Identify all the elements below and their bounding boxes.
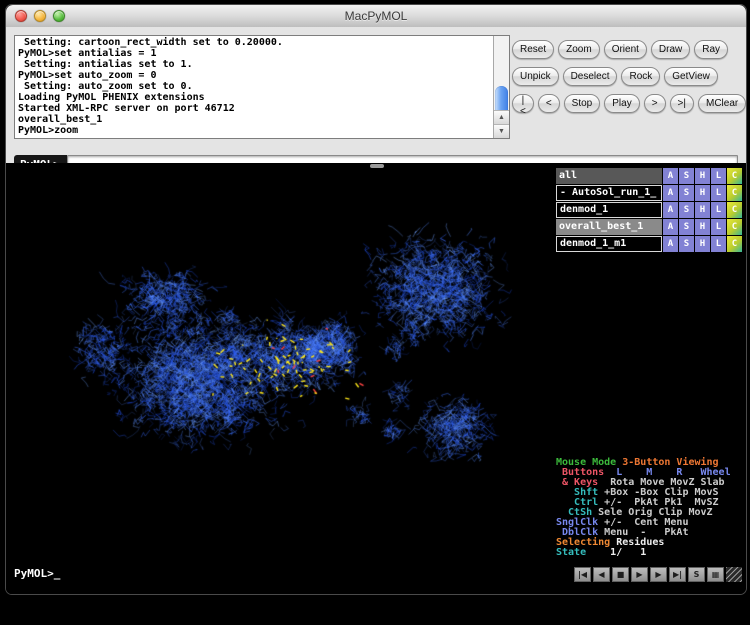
object-row-autosol: - AutoSol_run_1_ A S H L C xyxy=(556,185,742,201)
reset-button[interactable]: Reset xyxy=(512,40,554,59)
console-line: PyMOL>set antialias = 1 xyxy=(18,48,491,59)
getview-button[interactable]: GetView xyxy=(664,67,718,86)
hide-menu-button[interactable]: H xyxy=(695,202,710,218)
hide-menu-button[interactable]: H xyxy=(695,236,710,252)
object-row-denmod-1-m1: denmod_1_m1 A S H L C xyxy=(556,236,742,252)
show-menu-button[interactable]: S xyxy=(679,202,694,218)
button-row-3: |< < Stop Play > >| MClear xyxy=(512,94,744,113)
action-menu-button[interactable]: A xyxy=(663,219,678,235)
action-menu-button[interactable]: A xyxy=(663,236,678,252)
mouse-help-panel: Mouse Mode 3-Button Viewing Buttons L M … xyxy=(556,458,742,558)
movie-end-button[interactable]: ▶| xyxy=(669,567,686,582)
macpymol-window: MacPyMOL Setting: cartoon_rect_width set… xyxy=(5,4,747,595)
show-menu-button[interactable]: S xyxy=(679,168,694,184)
button-row-1: Reset Zoom Orient Draw Ray xyxy=(512,40,744,59)
minimize-button[interactable] xyxy=(34,10,46,22)
console-scrollbar[interactable]: ▲ ▼ xyxy=(493,36,509,138)
hide-menu-button[interactable]: H xyxy=(695,168,710,184)
draw-button[interactable]: Draw xyxy=(651,40,690,59)
color-menu-button[interactable]: C xyxy=(727,202,742,218)
desktop: MacPyMOL Setting: cartoon_rect_width set… xyxy=(0,0,750,625)
object-name[interactable]: - AutoSol_run_1_ xyxy=(556,185,662,201)
console-line: Loading PyMOL PHENIX extensions xyxy=(18,92,491,103)
object-name[interactable]: denmod_1 xyxy=(556,202,662,218)
viewport-command-prompt[interactable]: PyMOL>_ xyxy=(14,567,60,580)
object-row-all: all A S H L C xyxy=(556,168,742,184)
movie-controls: |◀ ◀ ■ ▶ ▶ ▶| S ▦ xyxy=(574,567,742,582)
color-menu-button[interactable]: C xyxy=(727,236,742,252)
label-menu-button[interactable]: L xyxy=(711,219,726,235)
scene-button[interactable]: S xyxy=(688,567,705,582)
hide-menu-button[interactable]: H xyxy=(695,185,710,201)
show-menu-button[interactable]: S xyxy=(679,185,694,201)
orient-button[interactable]: Orient xyxy=(604,40,647,59)
hide-menu-button[interactable]: H xyxy=(695,219,710,235)
viewport: all A S H L C - AutoSol_run_1_ A S H L C… xyxy=(6,163,746,594)
stop-button[interactable]: Stop xyxy=(564,94,601,113)
object-name[interactable]: overall_best_1 xyxy=(556,219,662,235)
console-text: Setting: cartoon_rect_width set to 0.200… xyxy=(15,36,509,137)
grid-button[interactable]: ▦ xyxy=(707,567,724,582)
console-output[interactable]: Setting: cartoon_rect_width set to 0.200… xyxy=(14,35,510,139)
label-menu-button[interactable]: L xyxy=(711,236,726,252)
deselect-button[interactable]: Deselect xyxy=(563,67,618,86)
movie-rewind-button[interactable]: |◀ xyxy=(574,567,591,582)
object-row-overall-best-1: overall_best_1 A S H L C xyxy=(556,219,742,235)
movie-play-button[interactable]: ▶ xyxy=(631,567,648,582)
mclear-button[interactable]: MClear xyxy=(698,94,746,113)
show-menu-button[interactable]: S xyxy=(679,236,694,252)
object-name[interactable]: denmod_1_m1 xyxy=(556,236,662,252)
movie-stop-button[interactable]: ■ xyxy=(612,567,629,582)
resize-grip[interactable] xyxy=(726,567,742,582)
label-menu-button[interactable]: L xyxy=(711,168,726,184)
title-bar[interactable]: MacPyMOL xyxy=(6,5,746,28)
close-button[interactable] xyxy=(15,10,27,22)
label-menu-button[interactable]: L xyxy=(711,185,726,201)
upper-panel: Setting: cartoon_rect_width set to 0.200… xyxy=(6,27,746,163)
show-menu-button[interactable]: S xyxy=(679,219,694,235)
object-name[interactable]: all xyxy=(556,168,662,184)
action-menu-button[interactable]: A xyxy=(663,168,678,184)
console-line: PyMOL>set auto_zoom = 0 xyxy=(18,70,491,81)
molecule-render-canvas[interactable] xyxy=(6,163,554,594)
window-title: MacPyMOL xyxy=(6,5,746,27)
console-line: PyMOL>zoom xyxy=(18,125,491,136)
movie-step-back-button[interactable]: ◀ xyxy=(593,567,610,582)
color-menu-button[interactable]: C xyxy=(727,168,742,184)
object-row-denmod-1: denmod_1 A S H L C xyxy=(556,202,742,218)
action-menu-button[interactable]: A xyxy=(663,185,678,201)
zoom-button[interactable]: Zoom xyxy=(558,40,600,59)
rewind-button[interactable]: |< xyxy=(512,94,534,113)
console-line: Setting: auto_zoom set to 0. xyxy=(18,81,491,92)
window-controls xyxy=(15,10,65,22)
button-panel: Reset Zoom Orient Draw Ray Unpick Desele… xyxy=(512,40,744,121)
color-menu-button[interactable]: C xyxy=(727,185,742,201)
unpick-button[interactable]: Unpick xyxy=(512,67,559,86)
console-line: overall_best_1 xyxy=(18,114,491,125)
scroll-down-arrow-icon[interactable]: ▼ xyxy=(494,124,509,138)
play-button[interactable]: Play xyxy=(604,94,639,113)
step-back-button[interactable]: < xyxy=(538,94,560,113)
maximize-button[interactable] xyxy=(53,10,65,22)
rock-button[interactable]: Rock xyxy=(621,67,660,86)
scrollbar-arrows: ▲ ▼ xyxy=(494,110,509,138)
ray-button[interactable]: Ray xyxy=(694,40,728,59)
color-menu-button[interactable]: C xyxy=(727,219,742,235)
state-line: State 1/ 1 xyxy=(556,548,742,558)
console-line: Setting: antialias set to 1. xyxy=(18,59,491,70)
scroll-up-arrow-icon[interactable]: ▲ xyxy=(494,110,509,124)
end-button[interactable]: >| xyxy=(670,94,694,113)
pane-divider-grip[interactable] xyxy=(370,164,384,168)
button-row-2: Unpick Deselect Rock GetView xyxy=(512,67,744,86)
label-menu-button[interactable]: L xyxy=(711,202,726,218)
movie-step-forward-button[interactable]: ▶ xyxy=(650,567,667,582)
step-forward-button[interactable]: > xyxy=(644,94,666,113)
console-line: Started XML-RPC server on port 46712 xyxy=(18,103,491,114)
action-menu-button[interactable]: A xyxy=(663,202,678,218)
object-panel: all A S H L C - AutoSol_run_1_ A S H L C… xyxy=(556,168,742,253)
console-line: Setting: cartoon_rect_width set to 0.200… xyxy=(18,37,491,48)
